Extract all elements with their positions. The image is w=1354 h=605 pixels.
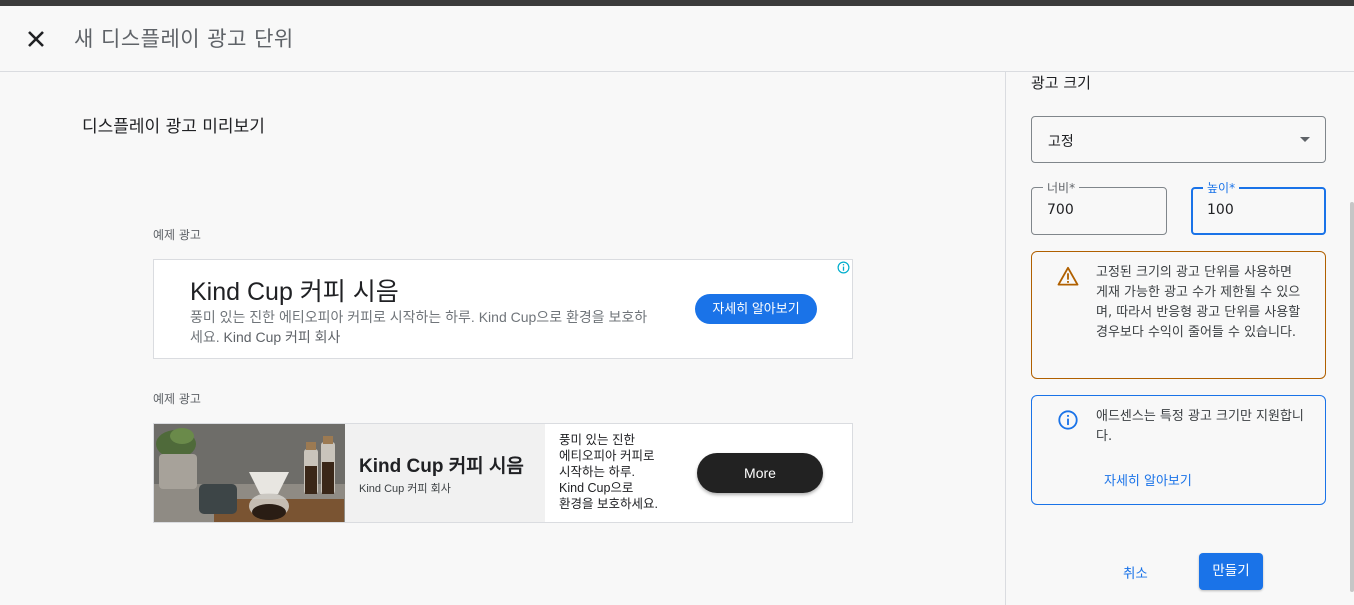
width-field[interactable]: 너비*: [1031, 179, 1167, 235]
ad-description-line: 환경을 보호하세요.: [559, 497, 658, 511]
ad-title-block: Kind Cup 커피 시음 Kind Cup 커피 회사: [345, 424, 545, 522]
image-ad-preview: Kind Cup 커피 시음 Kind Cup 커피 회사 풍미 있는 진한 에…: [153, 423, 853, 523]
preview-panel: 디스플레이 광고 미리보기 예제 광고 Kind Cup 커피 시음 풍미 있는…: [0, 72, 1005, 605]
dialog-header: 새 디스플레이 광고 단위: [0, 6, 1354, 72]
ad-size-heading: 광고 크기: [1031, 74, 1091, 92]
ad-description-line: Kind Cup으로: [559, 481, 634, 495]
select-value: 고정: [1048, 134, 1074, 150]
ad-description-line: 시작하는 하루.: [559, 465, 635, 479]
close-button[interactable]: [22, 25, 50, 53]
warning-notice: 고정된 크기의 광고 단위를 사용하면 게재 가능한 광고 수가 제한될 수 있…: [1031, 251, 1326, 379]
ad-description-line: 풍미 있는 진한: [559, 433, 635, 447]
page-title: 새 디스플레이 광고 단위: [74, 27, 294, 51]
create-button[interactable]: 만들기: [1199, 553, 1263, 590]
ad-description: 풍미 있는 진한 에티오피아 커피로 시작하는 하루. Kind Cup으로 환…: [559, 432, 689, 512]
scrollbar[interactable]: [1350, 202, 1354, 592]
ad-label: 예제 광고: [153, 228, 201, 242]
ad-cta-button[interactable]: 자세히 알아보기: [695, 294, 817, 324]
ad-size-select[interactable]: 고정: [1031, 116, 1326, 163]
cancel-button[interactable]: 취소: [1123, 562, 1148, 582]
height-label: 높이*: [1203, 179, 1240, 196]
ad-description-line: 에티오피아 커피로: [559, 449, 655, 463]
width-input[interactable]: [1047, 202, 1147, 218]
adchoices-icon[interactable]: [837, 261, 850, 274]
preview-title: 디스플레이 광고 미리보기: [82, 117, 265, 137]
warning-icon: [1057, 266, 1079, 286]
settings-panel: 광고 크기 고정 너비* 높이* 고정된 크기의 광고 단위를 사용하면 게재 …: [1005, 72, 1354, 605]
ad-company: Kind Cup 커피 회사: [359, 483, 451, 495]
text-ad-preview: Kind Cup 커피 시음 풍미 있는 진한 에티오피아 커피로 시작하는 하…: [153, 259, 853, 359]
ad-headline: Kind Cup 커피 시음: [359, 456, 524, 477]
info-text: 애드센스는 특정 광고 크기만 지원합니다.: [1096, 409, 1304, 444]
height-input[interactable]: [1207, 202, 1307, 218]
ad-headline: Kind Cup 커피 시음: [190, 278, 399, 306]
ad-body: 풍미 있는 진한 에티오피아 커피로 시작하는 하루. Kind Cup으로 환…: [190, 307, 650, 347]
learn-more-link[interactable]: 자세히 알아보기: [1104, 470, 1192, 489]
warning-text: 고정된 크기의 광고 단위를 사용하면 게재 가능한 광고 수가 제한될 수 있…: [1096, 265, 1301, 340]
info-icon: [1058, 410, 1078, 430]
width-label: 너비*: [1043, 179, 1080, 196]
height-field[interactable]: 높이*: [1191, 179, 1326, 235]
ad-company: Kind Cup 커피 회사: [223, 329, 341, 345]
coffee-image: [154, 424, 345, 522]
close-icon: [28, 31, 44, 47]
ad-label: 예제 광고: [153, 392, 201, 406]
dropdown-arrow-icon: [1300, 137, 1310, 142]
more-button[interactable]: More: [697, 453, 823, 493]
info-notice: 애드센스는 특정 광고 크기만 지원합니다. 자세히 알아보기: [1031, 395, 1326, 505]
